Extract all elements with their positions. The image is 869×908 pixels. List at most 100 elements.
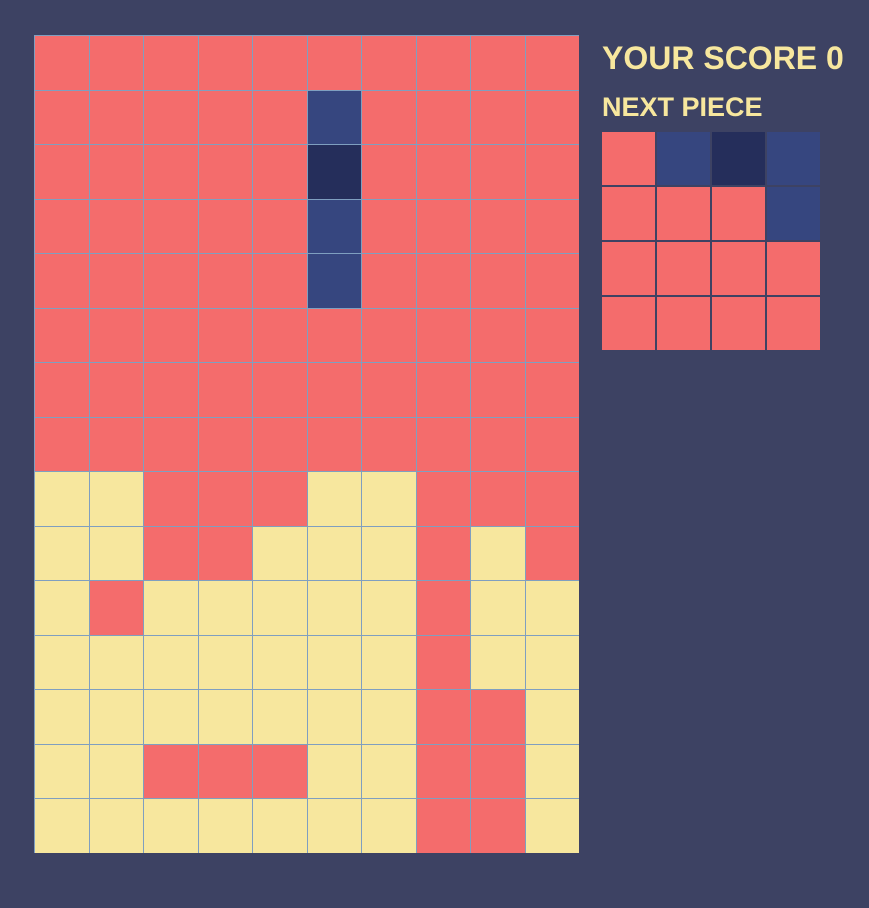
- board-empty-cell: [198, 199, 252, 253]
- preview-empty-cell: [657, 242, 710, 295]
- board-empty-cell: [35, 90, 89, 144]
- board-empty-cell: [198, 90, 252, 144]
- board-active-piece-cell: [307, 199, 361, 253]
- board-empty-cell: [525, 199, 579, 253]
- board-empty-cell: [416, 417, 470, 471]
- board-empty-cell: [198, 526, 252, 580]
- board-filled-cell: [362, 526, 416, 580]
- board-filled-cell: [198, 581, 252, 635]
- board-filled-cell: [35, 472, 89, 526]
- board-filled-cell: [144, 690, 198, 744]
- board-filled-cell: [198, 635, 252, 689]
- board-empty-cell: [525, 472, 579, 526]
- board-empty-cell: [198, 36, 252, 90]
- board-active-piece-cell: [307, 90, 361, 144]
- board-empty-cell: [89, 90, 143, 144]
- board-empty-cell: [198, 417, 252, 471]
- board-empty-cell: [89, 199, 143, 253]
- board-filled-cell: [144, 581, 198, 635]
- board-empty-cell: [416, 635, 470, 689]
- board-filled-cell: [35, 744, 89, 798]
- board-filled-cell: [144, 635, 198, 689]
- board-filled-cell: [471, 526, 525, 580]
- board-filled-cell: [89, 799, 143, 853]
- board-empty-cell: [198, 254, 252, 308]
- board-empty-cell: [35, 417, 89, 471]
- board-empty-cell: [144, 472, 198, 526]
- board-empty-cell: [525, 254, 579, 308]
- board-filled-cell: [362, 690, 416, 744]
- board-empty-cell: [144, 417, 198, 471]
- board-empty-cell: [144, 90, 198, 144]
- board-filled-cell: [362, 744, 416, 798]
- board-empty-cell: [35, 36, 89, 90]
- score-value: 0: [826, 40, 844, 76]
- board-filled-cell: [307, 635, 361, 689]
- board-empty-cell: [362, 145, 416, 199]
- board-filled-cell: [362, 472, 416, 526]
- game-board[interactable]: [34, 35, 579, 853]
- board-filled-cell: [307, 744, 361, 798]
- board-filled-cell: [525, 799, 579, 853]
- board-empty-cell: [35, 145, 89, 199]
- board-filled-cell: [525, 581, 579, 635]
- board-empty-cell: [362, 417, 416, 471]
- next-piece-preview: [602, 132, 820, 350]
- board-filled-cell: [253, 799, 307, 853]
- board-empty-cell: [471, 254, 525, 308]
- board-empty-cell: [362, 363, 416, 417]
- board-empty-cell: [416, 363, 470, 417]
- preview-active-piece-cell: [767, 132, 820, 185]
- preview-empty-cell: [602, 297, 655, 350]
- preview-active-piece-cell: [657, 132, 710, 185]
- board-empty-cell: [471, 36, 525, 90]
- preview-empty-cell: [602, 132, 655, 185]
- board-empty-cell: [253, 472, 307, 526]
- board-empty-cell: [525, 526, 579, 580]
- board-empty-cell: [416, 526, 470, 580]
- board-empty-cell: [253, 744, 307, 798]
- board-empty-cell: [471, 199, 525, 253]
- board-empty-cell: [35, 254, 89, 308]
- board-filled-cell: [525, 690, 579, 744]
- board-filled-cell: [307, 581, 361, 635]
- board-empty-cell: [253, 90, 307, 144]
- board-empty-cell: [525, 308, 579, 362]
- board-filled-cell: [253, 690, 307, 744]
- board-empty-cell: [362, 308, 416, 362]
- board-empty-cell: [525, 36, 579, 90]
- board-filled-cell: [198, 690, 252, 744]
- board-empty-cell: [89, 145, 143, 199]
- board-empty-cell: [416, 472, 470, 526]
- board-filled-cell: [35, 635, 89, 689]
- board-empty-cell: [35, 363, 89, 417]
- board-filled-cell: [307, 690, 361, 744]
- board-empty-cell: [525, 417, 579, 471]
- board-empty-cell: [471, 145, 525, 199]
- board-empty-cell: [144, 744, 198, 798]
- board-empty-cell: [362, 254, 416, 308]
- preview-empty-cell: [712, 187, 765, 240]
- board-filled-cell: [89, 472, 143, 526]
- board-empty-cell: [471, 799, 525, 853]
- board-empty-cell: [307, 308, 361, 362]
- board-empty-cell: [253, 254, 307, 308]
- board-active-piece-center-cell: [307, 145, 361, 199]
- preview-empty-cell: [767, 242, 820, 295]
- preview-empty-cell: [602, 242, 655, 295]
- board-empty-cell: [198, 363, 252, 417]
- board-empty-cell: [362, 90, 416, 144]
- next-piece-title: NEXT PIECE: [602, 92, 763, 122]
- preview-empty-cell: [712, 297, 765, 350]
- board-empty-cell: [198, 472, 252, 526]
- board-empty-cell: [362, 36, 416, 90]
- board-filled-cell: [89, 635, 143, 689]
- preview-empty-cell: [712, 242, 765, 295]
- board-empty-cell: [525, 363, 579, 417]
- score-display: YOUR SCORE 0: [602, 40, 844, 77]
- board-empty-cell: [198, 145, 252, 199]
- board-empty-cell: [144, 254, 198, 308]
- board-empty-cell: [307, 36, 361, 90]
- board-empty-cell: [416, 690, 470, 744]
- board-filled-cell: [307, 799, 361, 853]
